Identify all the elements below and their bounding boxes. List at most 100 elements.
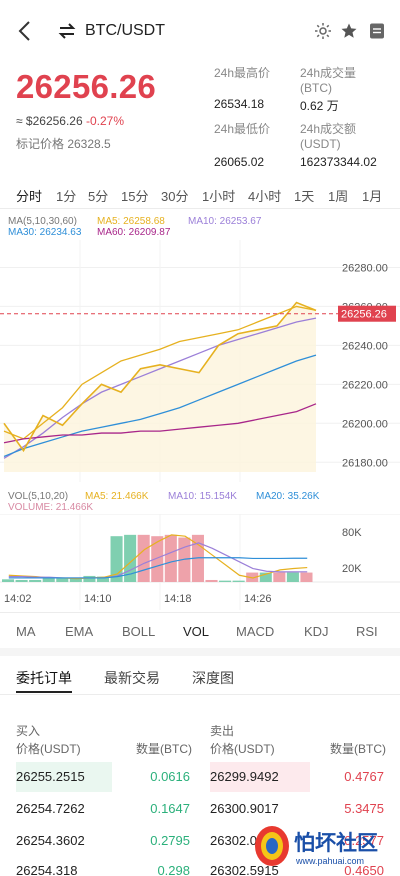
bid-title: 买入 [16,724,41,738]
volume-bar [219,580,232,582]
ask-price-header: 价格(USDT) [210,742,275,756]
bid-qty-header: 数量(BTC) [136,742,192,756]
tab-interval-4h[interactable]: 4小时 [248,186,281,205]
tab-latest-trades[interactable]: 最新交易 [104,668,160,688]
tab-indicator-boll[interactable]: BOLL [122,624,155,639]
ask-title: 卖出 [210,724,235,738]
tab-interval-5m[interactable]: 5分 [88,186,108,205]
tab-indicator-ema[interactable]: EMA [65,624,93,639]
amount-label: 24h成交额 (USDT) [300,122,357,151]
tab-indicator-kdj[interactable]: KDJ [304,624,329,639]
price-axis-label: 26200.00 [342,418,388,430]
active-tab-indicator [16,691,72,693]
volume-bar [164,534,177,582]
sun-icon[interactable] [314,22,332,40]
price-axis-label: 26280.00 [342,262,388,274]
bid-price: 26254.318 [16,863,78,876]
ask-qty-header: 数量(BTC) [330,742,386,756]
mark-price: 标记价格 26328.5 [16,137,111,151]
section-separator [0,648,400,656]
watermark-url: www.pahuai.com [295,856,364,866]
volume-bar [29,579,42,582]
usd-equivalent: ≈ $26256.26 -0.27% [16,114,124,128]
ma10-legend: MA10: 26253.67 [188,216,262,227]
low-value: 26065.02 [214,155,265,169]
orderbook-tabs: 委托订单 最新交易 深度图 [0,664,400,694]
tab-indicator-ma[interactable]: MA [16,624,36,639]
ask-price: 26302.0 [210,833,257,848]
orderbook-row[interactable]: 26254.7262 0.1647 26300.9017 5.3475 [0,794,400,824]
tab-interval-timeline[interactable]: 分时 [16,186,42,205]
orderbook-row[interactable]: 26255.2515 0.0616 26299.9492 0.4767 [0,762,400,792]
swap-icon[interactable] [58,22,76,40]
divider [0,612,400,613]
volume-bar [15,579,28,582]
indicator-tabs: MA EMA BOLL VOL MACD KDJ RSI [0,620,400,644]
tab-order-book[interactable]: 委托订单 [16,668,72,688]
ma-legend-title: MA(5,10,30,60) [8,216,77,227]
back-arrow-icon[interactable] [14,18,36,44]
time-axis-label: 14:26 [244,593,272,605]
ask-quantity: 0.4767 [344,769,384,784]
tab-interval-1h[interactable]: 1小时 [202,186,235,205]
tab-indicator-macd[interactable]: MACD [236,624,274,639]
volume-bar [300,572,313,582]
bid-price: 26254.3602 [16,833,85,848]
vol-ma20-legend: MA20: 35.26K [256,491,320,502]
time-axis-label: 14:02 [4,593,32,605]
price-axis-label: 26180.00 [342,457,388,469]
tab-interval-1mo[interactable]: 1月 [362,186,382,205]
divider [0,208,400,209]
bid-quantity: 0.1647 [150,801,190,816]
tab-interval-1m[interactable]: 1分 [56,186,76,205]
tab-indicator-rsi[interactable]: RSI [356,624,378,639]
bid-price: 26254.7262 [16,801,85,816]
volume-bar [232,580,245,582]
ma30-legend: MA30: 26234.63 [8,227,82,238]
watermark-logo: 怕坏社区 www.pahuai.com [255,826,378,866]
document-icon[interactable] [368,22,386,40]
volume-bar [273,572,286,582]
high-label: 24h最高价 [214,66,271,80]
current-price-tag: 26256.26 [341,309,387,321]
top-bar: BTC/USDT [0,0,400,64]
ask-price: 26299.9492 [210,769,279,784]
bid-price-header: 价格(USDT) [16,742,81,756]
volume-chart[interactable]: 80K 20K 14:02 14:10 14:18 14:26 [0,514,400,610]
volume-label: 24h成交量 (BTC) [300,66,357,95]
time-axis-label: 14:10 [84,593,112,605]
ma60-legend: MA60: 26209.87 [97,227,171,238]
volume-value: 0.62 万 [300,99,339,113]
time-axis-label: 14:18 [164,593,192,605]
bid-quantity: 0.0616 [150,769,190,784]
trading-pair-title[interactable]: BTC/USDT [85,22,165,40]
tab-indicator-vol[interactable]: VOL [183,624,209,639]
tab-depth-chart[interactable]: 深度图 [192,668,234,688]
price-chart[interactable]: 26280.0026260.0026240.0026220.0026200.00… [0,240,400,482]
divider [0,694,400,695]
usd-equivalent-value: ≈ $26256.26 [16,114,83,128]
vol-ma10-legend: MA10: 15.154K [168,491,237,502]
change-percent: -0.27% [86,114,125,128]
watermark-text: 怕坏社区 [294,831,378,855]
ask-price: 26300.9017 [210,801,279,816]
amount-value: 162373344.02 [300,155,377,169]
bid-quantity: 0.2795 [150,833,190,848]
tab-interval-1w[interactable]: 1周 [328,186,348,205]
volume-bar [137,534,150,582]
high-value: 26534.18 [214,97,265,111]
volume-axis-label: 80K [342,527,362,539]
star-icon[interactable] [340,22,358,40]
volume-legend: VOLUME: 21.466K [8,502,94,513]
tab-interval-15m[interactable]: 15分 [121,186,148,205]
volume-axis-label: 20K [342,563,362,575]
ask-quantity: 5.3475 [344,801,384,816]
tab-interval-1d[interactable]: 1天 [294,186,314,205]
ma5-legend: MA5: 26258.68 [97,216,165,227]
volume-bar [205,579,218,582]
last-price: 26256.26 [16,68,157,105]
price-axis-label: 26240.00 [342,340,388,352]
bid-price: 26255.2515 [16,769,85,784]
tab-interval-30m[interactable]: 30分 [161,186,188,205]
volume-bar [83,575,96,582]
